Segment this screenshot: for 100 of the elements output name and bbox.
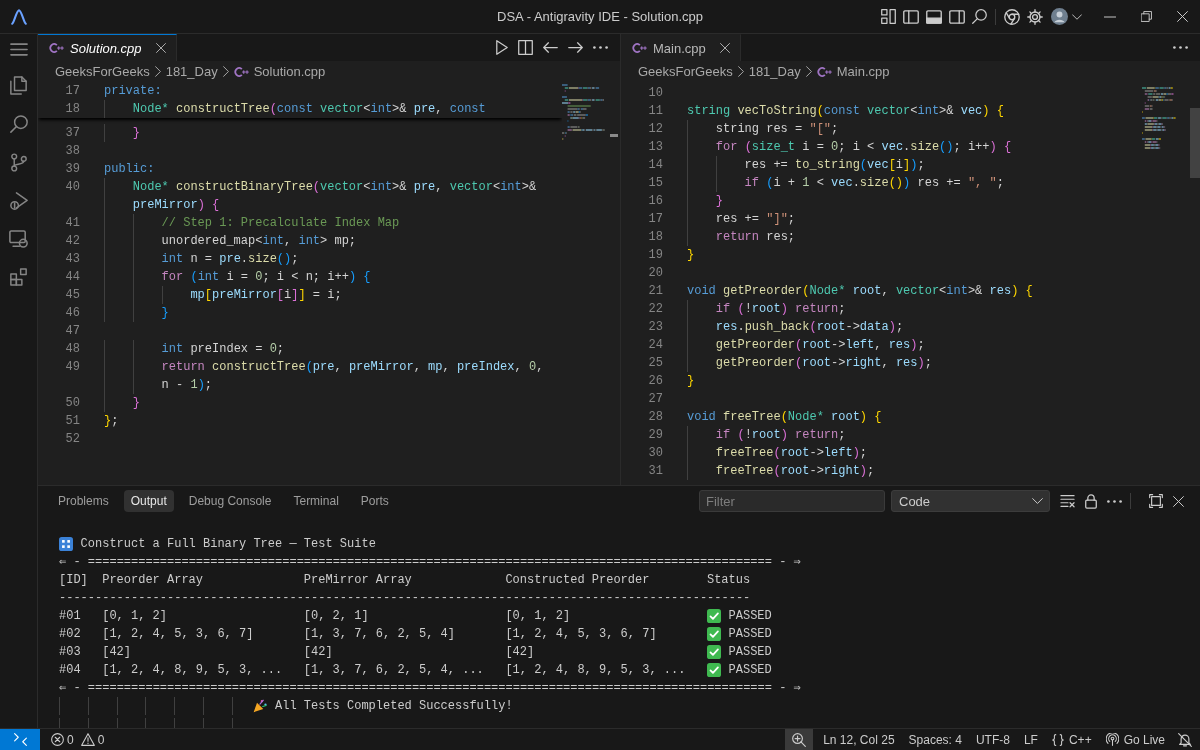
breadcrumb-item[interactable]: Solution.cpp bbox=[253, 64, 326, 79]
lock-icon[interactable] bbox=[1085, 493, 1097, 509]
line-number: 19 bbox=[647, 247, 663, 264]
line-number: 52 bbox=[64, 431, 80, 448]
code-line: string res = "["; bbox=[687, 120, 839, 138]
line-number: 27 bbox=[647, 391, 663, 408]
arrow-right-icon[interactable] bbox=[568, 42, 583, 53]
breadcrumb-item[interactable]: 181_Day bbox=[165, 64, 218, 79]
separator-line: ⇐ - =============================================================================================== - ⇒ bbox=[59, 680, 801, 697]
avatar-icon[interactable] bbox=[1051, 8, 1068, 25]
logo-icon bbox=[11, 8, 27, 25]
table-cell-text: [1, 2, 4, 5, 3, 6, 7] bbox=[102, 626, 255, 643]
code-line: freeTree(root->right); bbox=[687, 462, 875, 480]
code-line: res += to_string(vec[i]); bbox=[687, 156, 925, 174]
panel-tab[interactable]: Problems bbox=[51, 490, 116, 512]
breadcrumb-item[interactable]: 181_Day bbox=[748, 64, 801, 79]
line-number: 45 bbox=[64, 287, 80, 304]
more-icon[interactable] bbox=[1173, 46, 1188, 49]
status-bar-item[interactable]: C++ bbox=[1044, 732, 1099, 747]
number-tile-icon bbox=[59, 537, 73, 551]
table-cell-text: [0, 2, 1] bbox=[303, 608, 370, 625]
run-icon[interactable] bbox=[496, 40, 508, 55]
search-icon[interactable] bbox=[9, 115, 28, 133]
chevron-right-icon bbox=[154, 66, 161, 77]
close-icon[interactable] bbox=[1173, 495, 1184, 507]
sidebar-right-icon[interactable] bbox=[949, 9, 965, 24]
table-cell-text: [42] bbox=[303, 644, 334, 661]
sidebar-left-icon[interactable] bbox=[903, 9, 919, 24]
breadcrumb-item[interactable]: Main.cpp bbox=[836, 64, 890, 79]
line-number: 20 bbox=[647, 265, 663, 282]
line-number: 37 bbox=[64, 125, 80, 142]
run-debug-icon[interactable] bbox=[9, 192, 28, 210]
breadcrumb-item[interactable]: GeeksForGeeks bbox=[55, 64, 150, 79]
more-icon[interactable] bbox=[593, 46, 608, 49]
status-bar-item[interactable]: Spaces: 4 bbox=[901, 732, 969, 747]
menu-icon[interactable] bbox=[9, 43, 28, 56]
problems-status[interactable]: 0 0 bbox=[47, 729, 109, 750]
panel-bottom-icon[interactable] bbox=[926, 9, 942, 24]
line-number: 31 bbox=[647, 463, 663, 480]
editor-tab[interactable]: Main.cpp bbox=[621, 34, 741, 61]
code-line: getPreorder(root->left, res); bbox=[687, 336, 925, 354]
close-icon[interactable] bbox=[1176, 11, 1188, 22]
split-editor-icon[interactable] bbox=[518, 40, 533, 55]
search-icon[interactable] bbox=[972, 9, 987, 24]
filter-field[interactable]: Filter bbox=[699, 490, 885, 512]
close-icon[interactable] bbox=[155, 43, 166, 53]
files-icon[interactable] bbox=[10, 76, 27, 95]
breadcrumb-item[interactable]: GeeksForGeeks bbox=[638, 64, 733, 79]
table-cell-text: #02 bbox=[59, 626, 82, 643]
panel-tab[interactable]: Terminal bbox=[286, 490, 346, 512]
code-line: if (!root) return; bbox=[687, 300, 846, 318]
settings-icon[interactable] bbox=[1027, 8, 1043, 25]
remote-button[interactable] bbox=[0, 729, 40, 750]
source-control-icon[interactable] bbox=[10, 153, 27, 172]
panel-tab[interactable]: Ports bbox=[353, 490, 396, 512]
status-bar-item[interactable]: Go Live bbox=[1098, 732, 1172, 747]
more-icon[interactable] bbox=[1107, 499, 1122, 503]
layout-icon[interactable] bbox=[881, 9, 896, 24]
output-channel-dropdown[interactable]: Code bbox=[891, 490, 1050, 512]
zoom-button[interactable] bbox=[785, 729, 814, 750]
cpp-file-icon bbox=[632, 43, 647, 53]
clear-output-icon[interactable] bbox=[1060, 494, 1075, 508]
maximize-icon[interactable] bbox=[1149, 494, 1163, 508]
chevron-right-icon bbox=[805, 66, 812, 77]
extensions-icon[interactable] bbox=[10, 268, 27, 286]
line-number: 29 bbox=[647, 427, 663, 444]
panel-tab[interactable]: Output bbox=[123, 490, 174, 512]
restore-icon[interactable] bbox=[1140, 11, 1152, 22]
cursor-position-mark bbox=[610, 134, 618, 137]
column-header: Status bbox=[706, 572, 752, 589]
bell-slash-icon[interactable] bbox=[1178, 732, 1192, 747]
panel-tab[interactable]: Debug Console bbox=[181, 490, 279, 512]
line-number: 18 bbox=[64, 101, 80, 118]
line-number: 23 bbox=[647, 319, 663, 336]
column-header: [ID] bbox=[59, 572, 89, 589]
table-cell-text: [0, 1, 2] bbox=[102, 608, 168, 625]
line-number: 46 bbox=[64, 305, 80, 322]
status-bar-item[interactable]: LF bbox=[1016, 732, 1045, 747]
minimize-icon[interactable] bbox=[1104, 15, 1116, 18]
status-bar-item[interactable]: Ln 12, Col 25 bbox=[816, 732, 902, 747]
line-number: 50 bbox=[64, 395, 80, 412]
line-number: 17 bbox=[647, 211, 663, 228]
aperture-icon[interactable] bbox=[1004, 8, 1020, 25]
code-line: public: bbox=[104, 161, 155, 178]
code-line: getPreorder(root->right, res); bbox=[687, 354, 932, 372]
close-icon[interactable] bbox=[719, 43, 730, 53]
cpp-file-icon bbox=[816, 66, 832, 77]
line-number: 18 bbox=[647, 229, 663, 246]
column-header: PreMirror Array bbox=[303, 572, 413, 589]
remote-explorer-icon[interactable] bbox=[9, 230, 28, 248]
line-number: 40 bbox=[64, 179, 80, 196]
table-cell-text: [1, 3, 7, 6, 2, 5, 4] bbox=[303, 626, 456, 643]
scrollbar-thumb[interactable] bbox=[1190, 108, 1200, 178]
line-number: 28 bbox=[647, 409, 663, 426]
line-number: 41 bbox=[64, 215, 80, 232]
arrow-left-icon[interactable] bbox=[543, 42, 558, 53]
party-popper-icon bbox=[253, 699, 268, 713]
editor-tab[interactable]: Solution.cpp bbox=[38, 34, 177, 61]
status-bar-item[interactable]: UTF-8 bbox=[968, 732, 1017, 747]
status-label: PASSED bbox=[728, 644, 772, 661]
